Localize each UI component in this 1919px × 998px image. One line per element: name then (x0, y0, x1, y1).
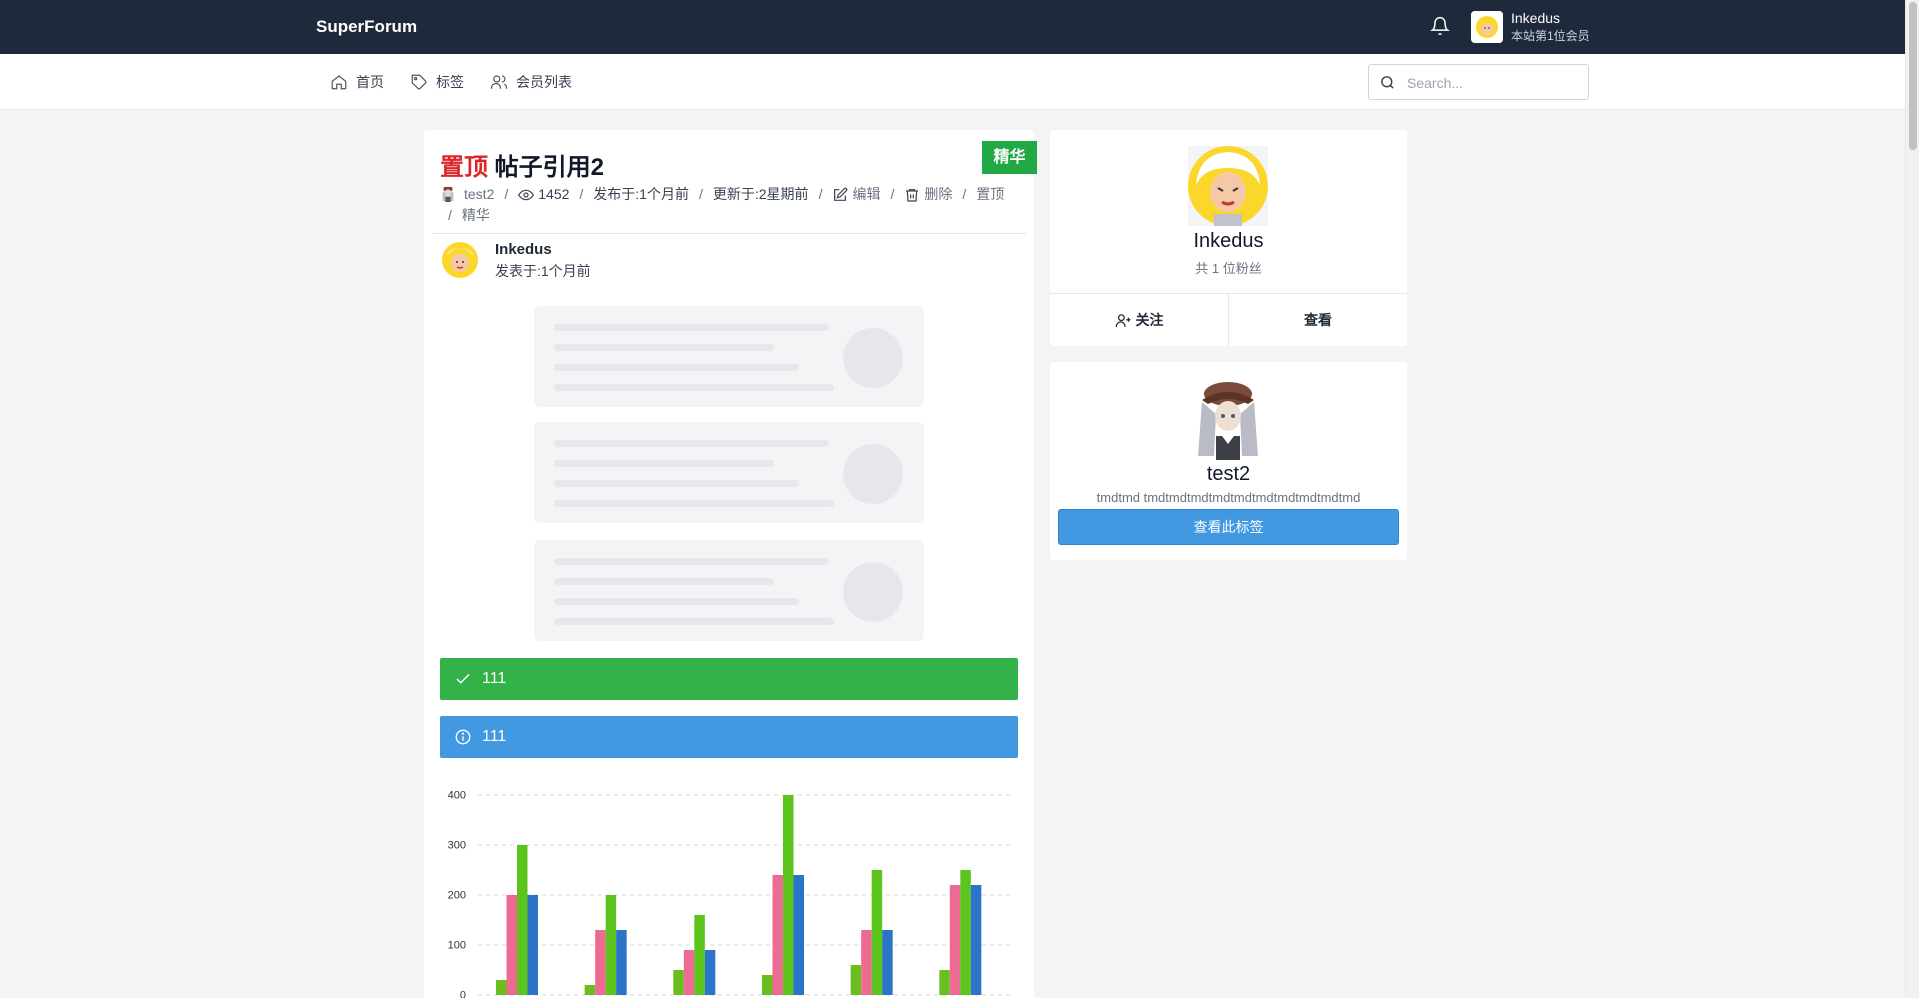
nav-tags-label: 标签 (436, 74, 464, 90)
user-avatar[interactable] (1471, 11, 1503, 43)
chart-bar (939, 970, 950, 995)
chart-bar (683, 950, 695, 995)
pin-label: 置顶 (440, 154, 488, 181)
nav-home-label: 首页 (356, 74, 384, 90)
chart-bar (605, 895, 617, 995)
scrollbar-thumb[interactable] (1909, 2, 1917, 150)
author-name[interactable]: Inkedus (495, 241, 552, 258)
tag-image[interactable] (1188, 380, 1268, 460)
follow-button-label: 关注 (1135, 312, 1164, 328)
bar-chart: 0 100 200 300 400 (448, 790, 1010, 998)
brand-logo[interactable]: SuperForum (316, 17, 417, 37)
delete-button[interactable]: 删除 (924, 184, 952, 205)
chart-bar (783, 795, 794, 995)
chart-bar (704, 950, 716, 995)
chart-bar (527, 895, 538, 995)
follow-button[interactable]: 关注 (1050, 294, 1229, 346)
profile-avatar[interactable] (1188, 146, 1268, 226)
chart-ytick-label: 100 (448, 940, 466, 952)
author-time: 发表于:1个月前 (495, 263, 591, 279)
post-title: 置顶 帖子引用2 (440, 147, 604, 182)
chart-bar (793, 875, 804, 995)
chart-ytick-label: 0 (460, 990, 466, 998)
divider (432, 233, 1026, 234)
author-avatar[interactable] (440, 240, 480, 280)
success-alert-text: 111 (482, 670, 507, 687)
chart-bar (595, 930, 606, 995)
chart-bar (506, 895, 517, 995)
post-title-text: 帖子引用2 (494, 154, 605, 181)
chart-bar (584, 985, 596, 995)
search-box (1368, 64, 1589, 100)
page-scrollbar[interactable] (1905, 0, 1919, 998)
user-rank: 本站第1位会员 (1511, 29, 1590, 43)
success-alert: 111 (440, 658, 1018, 700)
main-nav: 首页 标签 会员列表 (0, 54, 1905, 110)
chart-ytick-label: 400 (448, 790, 466, 802)
chart-ytick-label: 300 (448, 840, 466, 852)
published-time: 发布于:1个月前 (593, 186, 689, 202)
chart-bar (694, 915, 705, 995)
search-input[interactable] (1407, 73, 1577, 93)
check-icon (456, 673, 470, 684)
chart-bar (616, 930, 627, 995)
nav-members-label: 会员列表 (516, 74, 572, 90)
chart-ytick-label: 200 (448, 890, 466, 902)
essence-button[interactable]: 精华 (462, 205, 490, 226)
nav-members[interactable]: 会员列表 (490, 72, 572, 92)
home-icon (331, 75, 347, 90)
chart-bar (517, 845, 528, 995)
info-alert: 111 (440, 716, 1018, 758)
skeleton-card (534, 306, 924, 407)
nav-home[interactable]: 首页 (330, 72, 384, 92)
profile-fans: 共 1 位粉丝 (1195, 261, 1262, 276)
chart-bar (970, 885, 982, 995)
users-icon (490, 75, 508, 89)
edit-button[interactable]: 编辑 (852, 184, 880, 205)
tag-description: tmdtmd tmdtmdtmdtmdtmdtmdtmdtmdtmdtmd (1096, 490, 1361, 505)
chart-bar (850, 965, 862, 995)
view-tag-button[interactable]: 查看此标签 (1058, 509, 1399, 545)
profile-name[interactable]: Inkedus (1050, 230, 1407, 253)
nav-tags[interactable]: 标签 (410, 72, 464, 92)
top-navbar: SuperForum Inkedus 本站第1位会员 (0, 0, 1905, 54)
info-icon (455, 729, 471, 745)
chart-bar (762, 975, 773, 995)
eye-icon (518, 189, 535, 200)
chart-bar (861, 930, 872, 995)
view-profile-button[interactable]: 查看 (1229, 294, 1407, 346)
chart-bar (496, 980, 507, 995)
essence-badge: 精华 (982, 141, 1037, 174)
search-icon (1381, 76, 1394, 89)
tag-icon (411, 74, 427, 90)
skeleton-card (534, 422, 924, 523)
bell-icon[interactable] (1430, 16, 1450, 36)
chart-bar (949, 885, 961, 995)
chart-bar (673, 970, 684, 995)
trash-icon (906, 188, 919, 202)
updated-time: 更新于:2星期前 (712, 186, 809, 202)
view-profile-label: 查看 (1304, 312, 1332, 328)
view-count: 1452 (538, 186, 570, 202)
post-meta: test2 / 1452 / 发布于:1个月前 / 更新于:2星期前 / 编辑 … (440, 184, 1020, 226)
user-plus-icon (1115, 313, 1131, 327)
meta-tag-link[interactable]: test2 (464, 184, 494, 205)
chart-bar (871, 870, 883, 995)
tag-avatar-icon (440, 186, 458, 204)
info-alert-text: 111 (482, 728, 507, 745)
skeleton-card (534, 540, 924, 641)
tag-name[interactable]: test2 (1050, 463, 1407, 486)
profile-actions: 关注 查看 (1050, 293, 1407, 346)
chart-bar (772, 875, 783, 995)
edit-icon (834, 187, 848, 201)
chart-bar (882, 930, 893, 995)
pin-button[interactable]: 置顶 (976, 184, 1004, 205)
chart-bar (960, 870, 971, 995)
user-name[interactable]: Inkedus (1511, 10, 1560, 26)
